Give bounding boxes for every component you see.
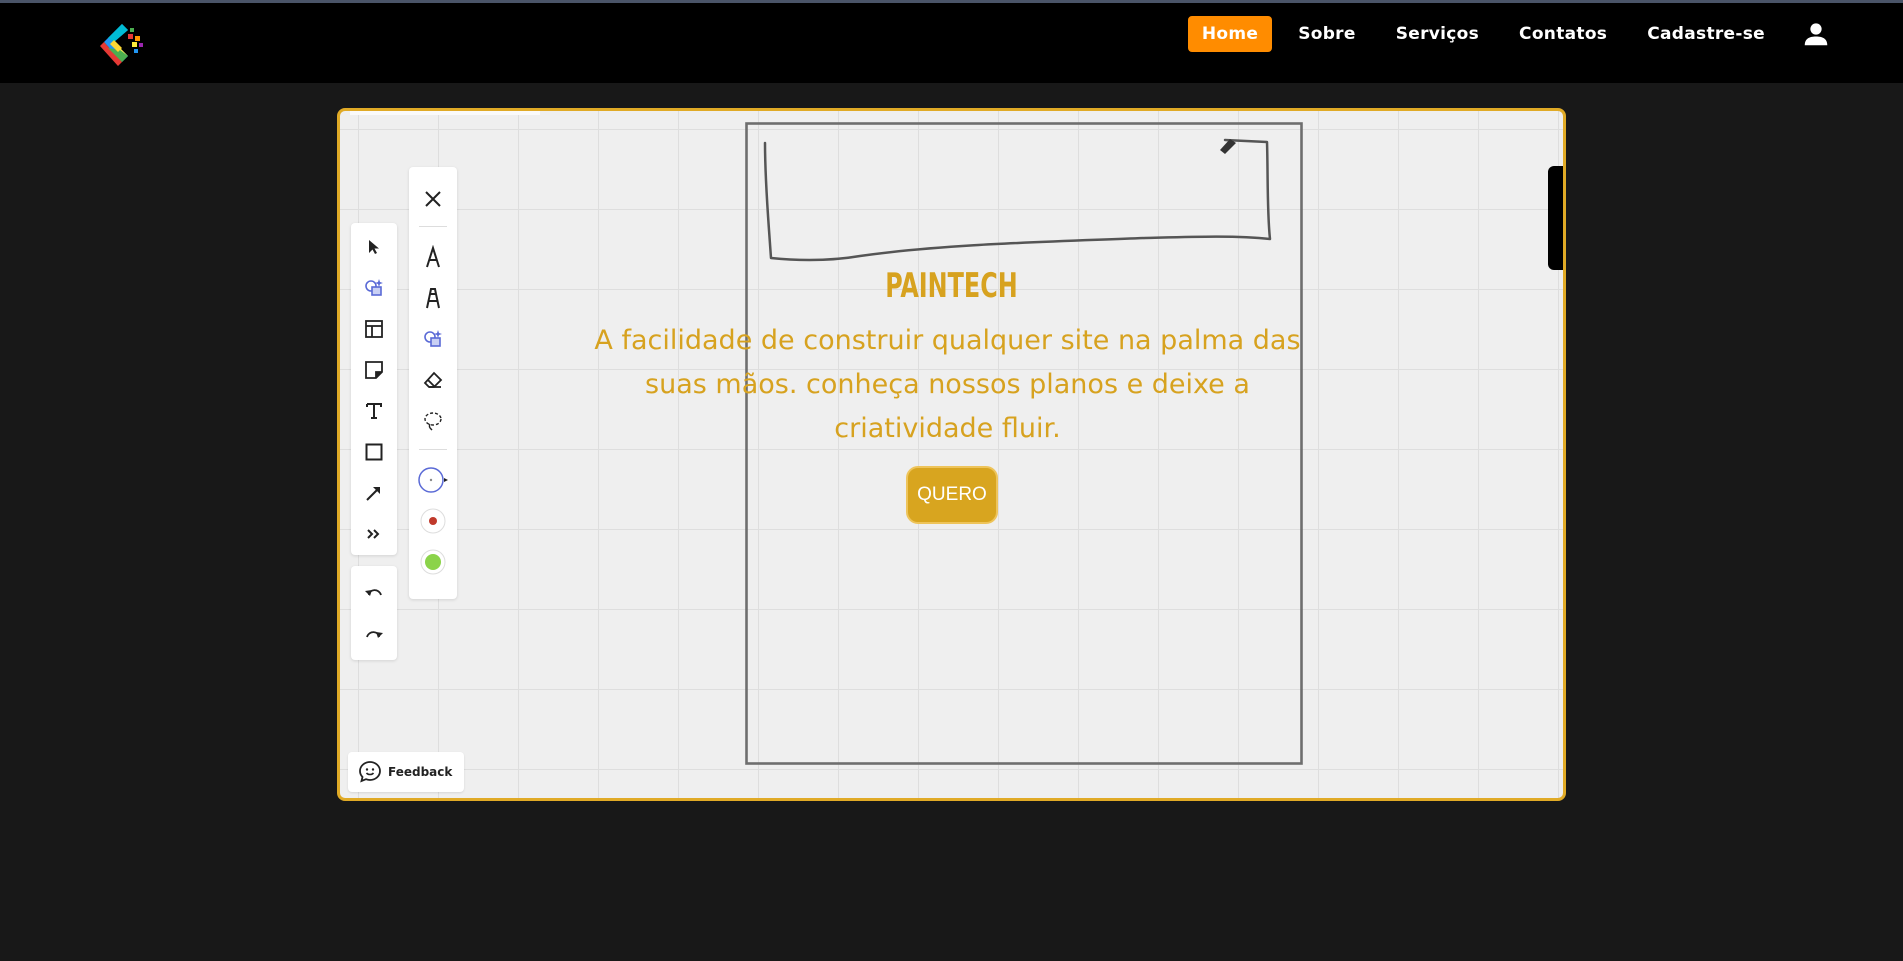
size-small-icon[interactable] bbox=[409, 460, 457, 500]
color-green-icon[interactable] bbox=[409, 542, 457, 582]
marker-icon[interactable] bbox=[409, 278, 457, 318]
nav-contatos[interactable]: Contatos bbox=[1505, 16, 1621, 52]
feedback-label: Feedback bbox=[388, 765, 453, 779]
shapes-icon[interactable] bbox=[351, 268, 397, 308]
shapes-icon[interactable] bbox=[409, 319, 457, 359]
layout-icon[interactable] bbox=[351, 309, 397, 349]
user-icon[interactable] bbox=[1801, 19, 1831, 49]
nav-sobre[interactable]: Sobre bbox=[1284, 16, 1370, 52]
feedback-button[interactable]: Feedback bbox=[348, 752, 464, 792]
hero-tagline: A facilidade de construir qualquer site … bbox=[594, 325, 1301, 444]
nav-home[interactable]: Home bbox=[1187, 16, 1273, 52]
more-icon[interactable] bbox=[351, 514, 397, 554]
hero-whiteboard-frame: PAINTECH A facilidade de construir qualq… bbox=[337, 108, 1566, 801]
eraser-icon[interactable] bbox=[409, 360, 457, 400]
history-toolbar bbox=[351, 566, 397, 660]
undo-icon[interactable] bbox=[351, 572, 397, 612]
toolbar-divider bbox=[419, 449, 447, 450]
whiteboard-toolbar bbox=[351, 223, 397, 555]
quero-button[interactable]: QUERO bbox=[906, 466, 998, 524]
navbar: Home Sobre Serviços Contatos Cadastre-se bbox=[0, 3, 1903, 83]
color-red-icon[interactable] bbox=[409, 501, 457, 541]
redo-icon[interactable] bbox=[351, 614, 397, 654]
nav-servicos[interactable]: Serviços bbox=[1382, 16, 1493, 52]
feedback-icon bbox=[359, 761, 381, 783]
site-logo[interactable] bbox=[98, 20, 148, 70]
side-panel-tab[interactable] bbox=[1548, 166, 1563, 270]
pen-toolbar bbox=[409, 167, 457, 599]
arrow-icon[interactable] bbox=[351, 473, 397, 513]
sticky-note-icon[interactable] bbox=[351, 350, 397, 390]
select-icon[interactable] bbox=[351, 227, 397, 267]
lasso-icon[interactable] bbox=[409, 401, 457, 441]
toolbar-divider bbox=[419, 226, 447, 227]
nav-cadastre-se[interactable]: Cadastre-se bbox=[1633, 16, 1779, 52]
text-icon[interactable] bbox=[351, 391, 397, 431]
main-nav: Home Sobre Serviços Contatos Cadastre-se bbox=[1187, 14, 1903, 54]
toolbar-stub bbox=[350, 111, 540, 115]
pen-icon[interactable] bbox=[409, 237, 457, 277]
close-icon[interactable] bbox=[409, 179, 457, 219]
rectangle-icon[interactable] bbox=[351, 432, 397, 472]
brand-title: PAINTECH bbox=[885, 266, 1018, 306]
